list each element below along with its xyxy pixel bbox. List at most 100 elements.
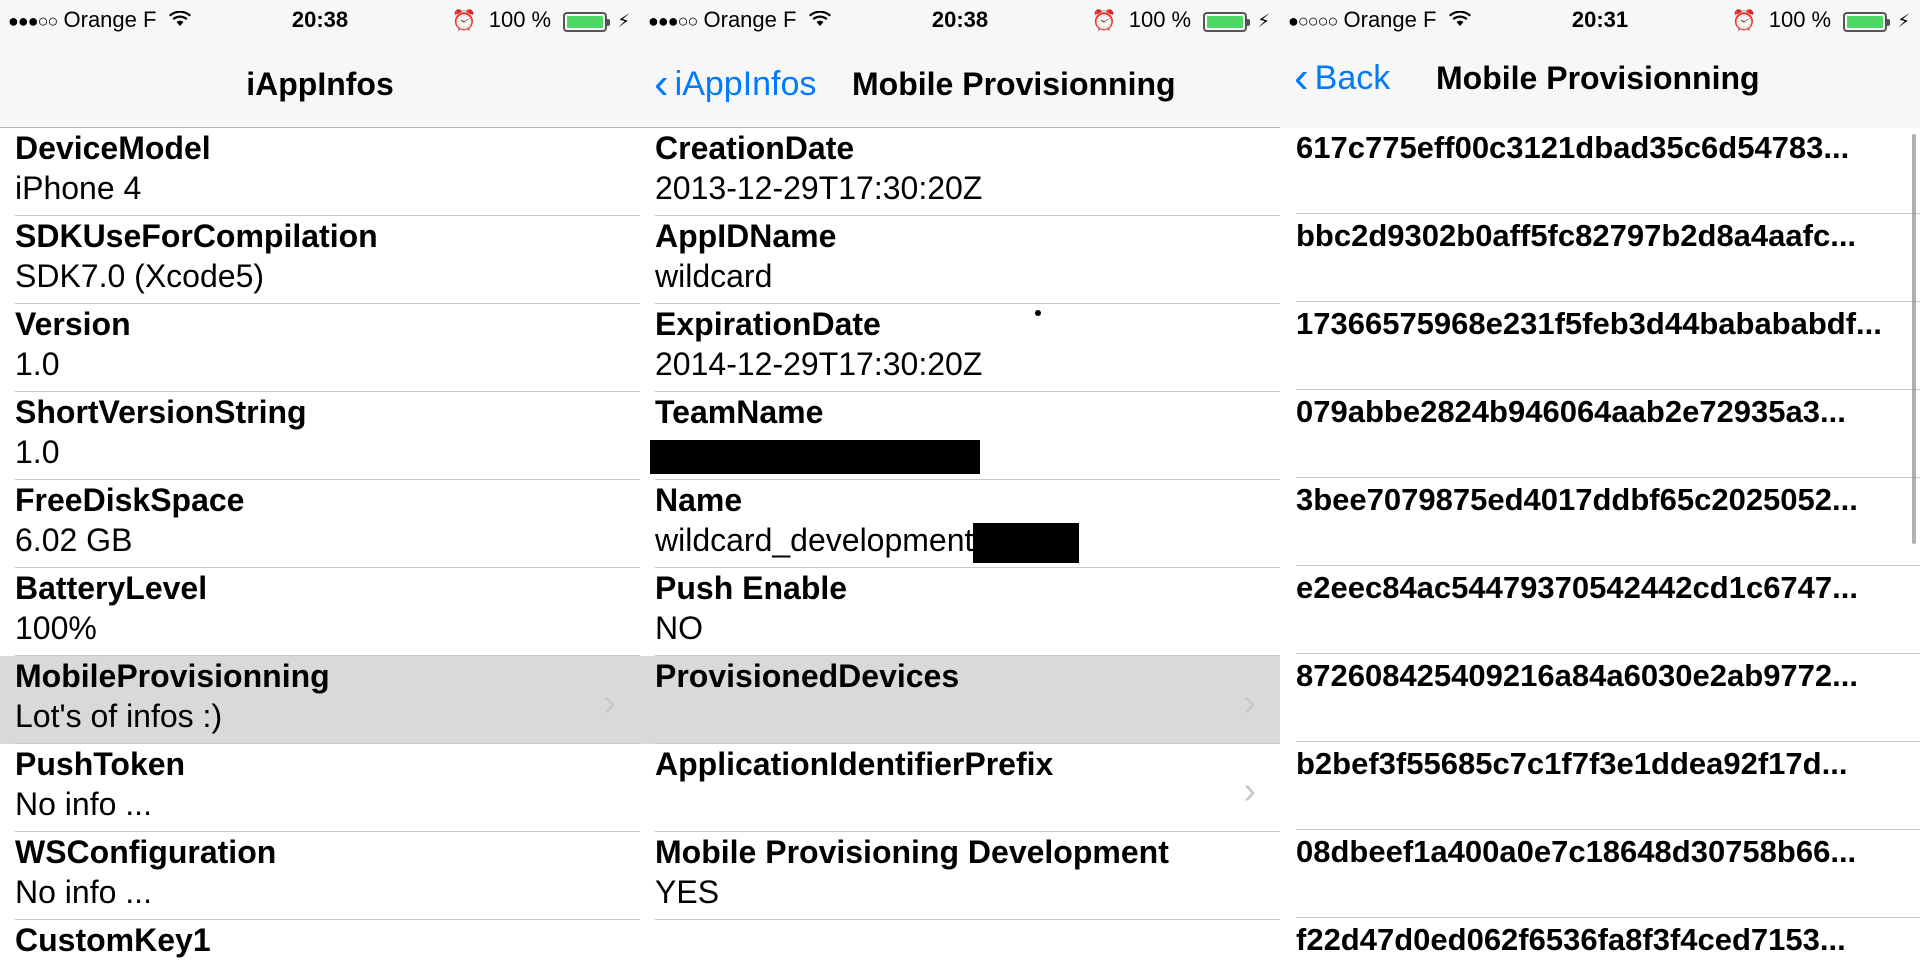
- item-key: BatteryLevel: [15, 570, 208, 606]
- list-item[interactable]: e2eec84ac54479370542442cd1c6747...: [1280, 566, 1920, 654]
- list-item[interactable]: 3bee7079875ed4017ddbf65c2025052...: [1280, 478, 1920, 566]
- page-title: Mobile Provisionning: [852, 66, 1176, 102]
- list-item-devicemodel[interactable]: DeviceModel iPhone 4: [0, 128, 640, 216]
- list-item-sdk[interactable]: SDKUseForCompilation SDK7.0 (Xcode5): [0, 216, 640, 304]
- chevron-right-icon: ›: [1243, 682, 1256, 724]
- list-item-name[interactable]: Name wildcard_development: [640, 480, 1280, 568]
- redacted-value: [973, 522, 1080, 563]
- battery-icon: [563, 12, 611, 32]
- device-list: 617c775eff00c3121dbad35c6d54783... bbc2d…: [1280, 126, 1920, 960]
- redacted-value: [650, 436, 980, 474]
- battery-percent: 100 %: [1768, 7, 1832, 32]
- screen-mobile-provisionning: ●●●○○ Orange F 20:38 ⏰ 100 % ⚡ ‹ iAppInfo…: [640, 0, 1280, 960]
- item-value: 2013-12-29T17:30:20Z: [655, 170, 983, 206]
- item-key: MobileProvisionning: [15, 658, 330, 694]
- info-list: DeviceModel iPhone 4 SDKUseForCompilatio…: [0, 128, 640, 960]
- item-value: 1.0: [15, 434, 60, 470]
- alarm-icon: ⏰: [451, 10, 477, 32]
- list-item-batterylevel[interactable]: BatteryLevel 100%: [0, 568, 640, 656]
- battery-percent: 100 %: [488, 7, 552, 32]
- item-value: SDK7.0 (Xcode5): [15, 258, 265, 294]
- status-bar: ●●●○○ Orange F 20:38 ⏰ 100 % ⚡: [0, 0, 640, 40]
- item-value: wildcard: [655, 258, 773, 294]
- navigation-bar: ‹ Back Mobile Provisionning: [1280, 40, 1920, 128]
- back-button[interactable]: ‹ Back: [1294, 34, 1390, 122]
- list-item[interactable]: 079abbe2824b946064aab2e72935a3...: [1280, 390, 1920, 478]
- chevron-right-icon: ›: [1243, 770, 1256, 812]
- list-item-pushtoken[interactable]: PushToken No info ...: [0, 744, 640, 832]
- back-button[interactable]: ‹ iAppInfos: [654, 40, 816, 128]
- provisioning-list: CreationDate 2013-12-29T17:30:20Z AppIDN…: [640, 128, 1280, 920]
- item-key: WSConfiguration: [15, 834, 277, 870]
- item-key: CustomKey1: [15, 922, 211, 958]
- item-value: 6.02 GB: [15, 522, 133, 558]
- item-key: CreationDate: [655, 130, 855, 166]
- battery-percent: 100 %: [1128, 7, 1192, 32]
- item-value: No info ...: [15, 786, 152, 822]
- item-key: DeviceModel: [15, 130, 211, 166]
- screen-provisioned-devices: ●○○○○ Orange F 20:31 ⏰ 100 % ⚡ ‹ Back Mob…: [1280, 0, 1920, 960]
- item-key: ShortVersionString: [15, 394, 307, 430]
- chevron-left-icon: ‹: [654, 59, 669, 108]
- list-item-appidprefix[interactable]: ApplicationIdentifierPrefix ›: [640, 744, 1280, 832]
- alarm-icon: ⏰: [1091, 10, 1117, 32]
- back-button-label: Back: [1314, 59, 1391, 97]
- battery-icon: [1203, 12, 1251, 32]
- charging-icon: ⚡: [1897, 11, 1910, 31]
- list-item-creationdate[interactable]: CreationDate 2013-12-29T17:30:20Z: [640, 128, 1280, 216]
- item-value: wildcard_development: [655, 522, 1080, 563]
- item-key: Name: [655, 482, 743, 518]
- item-key: SDKUseForCompilation: [15, 218, 378, 254]
- list-item-version[interactable]: Version 1.0: [0, 304, 640, 392]
- list-item-mobileprovisionning[interactable]: MobileProvisionning Lot's of infos :) ›: [0, 656, 640, 744]
- list-item-teamname[interactable]: TeamName: [640, 392, 1280, 480]
- item-value: No info ...: [15, 874, 152, 910]
- charging-icon: ⚡: [617, 11, 630, 31]
- list-item[interactable]: 617c775eff00c3121dbad35c6d54783...: [1280, 126, 1920, 214]
- item-key: ProvisionedDevices: [655, 658, 960, 694]
- item-key: ExpirationDate: [655, 306, 881, 342]
- list-item-expirationdate[interactable]: ExpirationDate 2014-12-29T17:30:20Z: [640, 304, 1280, 392]
- list-item-provisioneddevices[interactable]: ProvisionedDevices ›: [640, 656, 1280, 744]
- item-value: 1.0: [15, 346, 60, 382]
- touch-dot: [1035, 310, 1041, 316]
- list-item[interactable]: b2bef3f55685c7c1f7f3e1ddea92f17d...: [1280, 742, 1920, 830]
- page-title: iAppInfos: [246, 66, 394, 102]
- list-item[interactable]: f22d47d0ed062f6536fa8f3f4ced7153...: [1280, 918, 1920, 960]
- screen-iappinfos: ●●●○○ Orange F 20:38 ⏰ 100 % ⚡ iAppInfos…: [0, 0, 640, 960]
- navigation-bar: iAppInfos: [0, 40, 640, 128]
- list-item[interactable]: 872608425409216a84a6030e2ab9772...: [1280, 654, 1920, 742]
- list-item-wsconfiguration[interactable]: WSConfiguration No info ...: [0, 832, 640, 920]
- alarm-icon: ⏰: [1731, 10, 1757, 32]
- item-value: 2014-12-29T17:30:20Z: [655, 346, 983, 382]
- list-item[interactable]: 08dbeef1a400a0e7c18648d30758b66...: [1280, 830, 1920, 918]
- scroll-indicator[interactable]: [1912, 134, 1916, 544]
- navigation-bar: ‹ iAppInfos Mobile Provisionning: [640, 40, 1280, 128]
- item-key: Version: [15, 306, 131, 342]
- item-key: Push Enable: [655, 570, 848, 606]
- list-item-push-enable[interactable]: Push Enable NO: [640, 568, 1280, 656]
- page-title: Mobile Provisionning: [1436, 60, 1760, 96]
- status-bar: ●●●○○ Orange F 20:38 ⏰ 100 % ⚡: [640, 0, 1280, 40]
- charging-icon: ⚡: [1257, 11, 1270, 31]
- item-key: AppIDName: [655, 218, 837, 254]
- back-button-label: iAppInfos: [674, 65, 817, 103]
- battery-icon: [1843, 12, 1891, 32]
- list-item-customkey1[interactable]: CustomKey1: [0, 920, 640, 960]
- chevron-left-icon: ‹: [1294, 53, 1309, 102]
- list-item[interactable]: 17366575968e231f5feb3d44babababdf...: [1280, 302, 1920, 390]
- item-value: NO: [655, 610, 703, 646]
- list-item-appidname[interactable]: AppIDName wildcard: [640, 216, 1280, 304]
- item-value: 100%: [15, 610, 97, 646]
- list-item-provisioning-development[interactable]: Mobile Provisioning Development YES: [640, 832, 1280, 920]
- item-key: TeamName: [655, 394, 824, 430]
- list-item-freediskspace[interactable]: FreeDiskSpace 6.02 GB: [0, 480, 640, 568]
- chevron-right-icon: ›: [603, 682, 616, 724]
- list-item[interactable]: bbc2d9302b0aff5fc82797b2d8a4aafc...: [1280, 214, 1920, 302]
- list-item-shortversion[interactable]: ShortVersionString 1.0: [0, 392, 640, 480]
- item-value: iPhone 4: [15, 170, 142, 206]
- item-key: PushToken: [15, 746, 186, 782]
- item-key: Mobile Provisioning Development: [655, 834, 1169, 870]
- item-value: Lot's of infos :): [15, 698, 223, 734]
- item-key: FreeDiskSpace: [15, 482, 245, 518]
